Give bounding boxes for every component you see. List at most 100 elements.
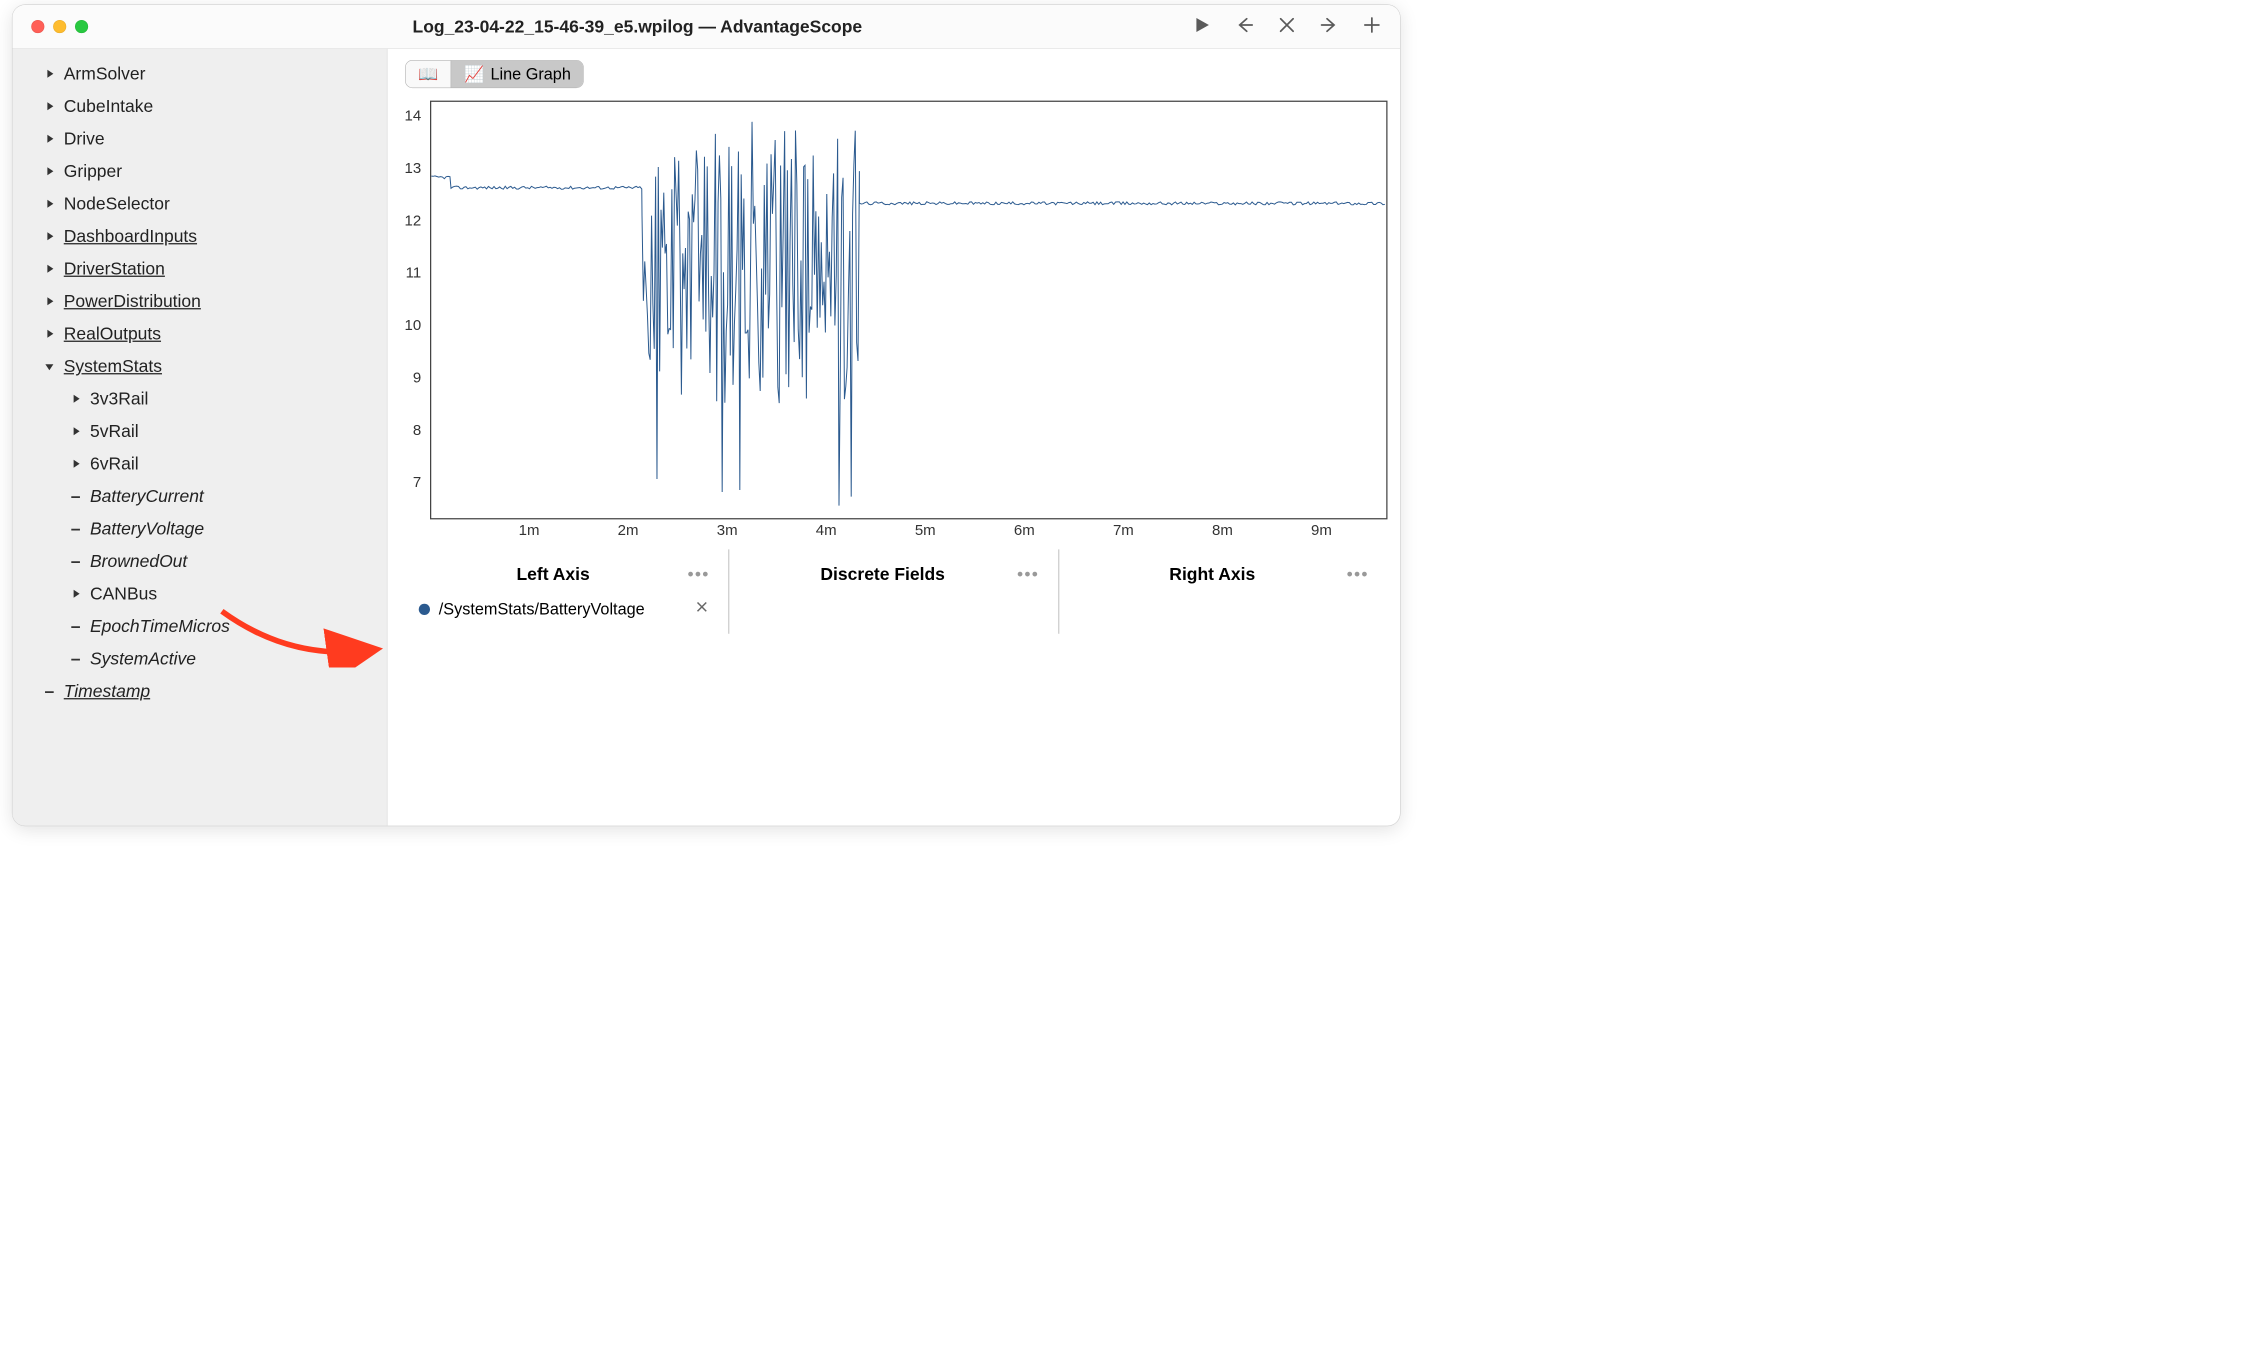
chevron-right-icon[interactable] — [44, 68, 55, 79]
chevron-right-icon[interactable] — [44, 101, 55, 112]
add-tab-icon[interactable] — [1363, 16, 1382, 38]
chevron-right-icon[interactable] — [44, 166, 55, 177]
sidebar-item-cubeintake[interactable]: CubeIntake — [13, 90, 387, 123]
maximize-window-button[interactable] — [75, 20, 88, 33]
minimize-window-button[interactable] — [53, 20, 66, 33]
left-axis-panel[interactable]: Left Axis ••• /SystemStats/BatteryVoltag… — [400, 549, 728, 633]
chevron-right-icon[interactable] — [70, 458, 81, 469]
right-axis-panel[interactable]: Right Axis ••• — [1058, 549, 1388, 633]
sidebar-item-canbus[interactable]: CANBus — [13, 578, 387, 611]
sidebar-item-6vrail[interactable]: 6vRail — [13, 448, 387, 481]
sidebar-item-label: Gripper — [64, 161, 122, 181]
chevron-right-icon[interactable] — [44, 198, 55, 209]
y-tick-label: 12 — [405, 212, 422, 230]
y-tick-label: 10 — [405, 317, 422, 335]
sidebar-item-label: DashboardInputs — [64, 226, 197, 246]
x-tick-label: 5m — [915, 522, 936, 540]
x-tick-label: 8m — [1212, 522, 1233, 540]
y-tick-label: 9 — [413, 369, 421, 387]
discrete-menu-icon[interactable]: ••• — [1017, 564, 1039, 584]
tab-home[interactable]: 📖 — [406, 61, 451, 88]
sidebar-item-5vrail[interactable]: 5vRail — [13, 415, 387, 448]
left-axis-fields: /SystemStats/BatteryVoltage — [413, 592, 716, 626]
right-axis-menu-icon[interactable]: ••• — [1347, 564, 1369, 584]
y-tick-label: 14 — [405, 108, 422, 126]
chevron-right-icon[interactable] — [70, 588, 81, 599]
sidebar-item-label: NodeSelector — [64, 194, 170, 214]
chevron-right-icon[interactable] — [44, 263, 55, 274]
chevron-down-icon[interactable] — [44, 361, 55, 372]
sidebar-item-label: CANBus — [90, 584, 157, 604]
app-window: Log_23-04-22_15-46-39_e5.wpilog — Advant… — [13, 5, 1401, 826]
sidebar-item-driverstation[interactable]: DriverStation — [13, 253, 387, 286]
leaf-icon: – — [44, 681, 55, 701]
close-tab-icon[interactable] — [1278, 16, 1297, 38]
y-tick-label: 7 — [413, 474, 421, 492]
remove-field-icon[interactable] — [695, 599, 710, 618]
field-color-dot — [419, 603, 430, 614]
field-path-label: /SystemStats/BatteryVoltage — [439, 599, 645, 618]
sidebar-item-label: 6vRail — [90, 454, 139, 474]
sidebar-item-systemactive[interactable]: –SystemActive — [13, 643, 387, 676]
sidebar-item-epochtimemicros[interactable]: –EpochTimeMicros — [13, 610, 387, 643]
play-icon[interactable] — [1193, 16, 1212, 38]
tabs: 📖 📈 Line Graph — [405, 60, 584, 88]
nav-back-icon[interactable] — [1235, 16, 1254, 38]
title-actions — [1193, 16, 1382, 38]
line-graph-icon: 📈 — [464, 64, 484, 83]
sidebar-item-armsolver[interactable]: ArmSolver — [13, 58, 387, 91]
x-tick-label: 7m — [1113, 522, 1134, 540]
sidebar-item-realoutputs[interactable]: RealOutputs — [13, 318, 387, 351]
x-tick-label: 3m — [717, 522, 738, 540]
sidebar-item-nodeselector[interactable]: NodeSelector — [13, 188, 387, 221]
tab-label: Line Graph — [490, 64, 570, 83]
chevron-right-icon[interactable] — [70, 426, 81, 437]
main-panel: 📖📈Line Graph 7891011121314 1m2m3m4m5m6m7… — [388, 49, 1401, 826]
sidebar-item-label: 3v3Rail — [90, 389, 148, 409]
sidebar-item-batteryvoltage[interactable]: –BatteryVoltage — [13, 513, 387, 546]
sidebar-item-powerdistribution[interactable]: PowerDistribution — [13, 285, 387, 318]
sidebar-item-label: SystemStats — [64, 356, 162, 376]
sidebar-item-label: 5vRail — [90, 421, 139, 441]
sidebar-item-label: ArmSolver — [64, 64, 146, 84]
sidebar-item-label: DriverStation — [64, 259, 165, 279]
sidebar-item-label: BatteryCurrent — [90, 486, 204, 506]
sidebar-item-brownedout[interactable]: –BrownedOut — [13, 545, 387, 578]
discrete-fields-panel[interactable]: Discrete Fields ••• — [728, 549, 1058, 633]
sidebar-item-label: Drive — [64, 129, 105, 149]
x-tick-label: 6m — [1014, 522, 1035, 540]
chevron-right-icon[interactable] — [44, 231, 55, 242]
left-axis-title: Left Axis — [419, 564, 688, 584]
chart-area: 7891011121314 1m2m3m4m5m6m7m8m9m — [395, 101, 1388, 520]
discrete-fields-title: Discrete Fields — [748, 564, 1017, 584]
nav-forward-icon[interactable] — [1320, 16, 1339, 38]
leaf-icon: – — [70, 551, 81, 571]
right-axis-title: Right Axis — [1078, 564, 1347, 584]
chart-frame[interactable] — [430, 101, 1388, 520]
tab-line-graph[interactable]: 📈 Line Graph — [451, 61, 584, 88]
axis-field-row[interactable]: /SystemStats/BatteryVoltage — [413, 592, 716, 626]
sidebar-item-label: Timestamp — [64, 681, 150, 701]
y-tick-label: 8 — [413, 422, 421, 440]
close-window-button[interactable] — [31, 20, 44, 33]
sidebar-item-timestamp[interactable]: –Timestamp — [13, 675, 387, 708]
sidebar-item-dashboardinputs[interactable]: DashboardInputs — [13, 220, 387, 253]
sidebar-item-batterycurrent[interactable]: –BatteryCurrent — [13, 480, 387, 513]
chevron-right-icon[interactable] — [44, 133, 55, 144]
sidebar-item-gripper[interactable]: Gripper — [13, 155, 387, 188]
sidebar-item-systemstats[interactable]: SystemStats — [13, 350, 387, 383]
y-tick-label: 11 — [406, 265, 422, 283]
titlebar: Log_23-04-22_15-46-39_e5.wpilog — Advant… — [13, 5, 1401, 49]
chevron-right-icon[interactable] — [70, 393, 81, 404]
sidebar[interactable]: ArmSolver CubeIntake Drive Gripper NodeSelec… — [13, 49, 388, 826]
left-axis-menu-icon[interactable]: ••• — [687, 564, 709, 584]
leaf-icon: – — [70, 616, 81, 636]
chevron-right-icon[interactable] — [44, 296, 55, 307]
tabs-row: 📖 📈 Line Graph — [388, 49, 1401, 95]
sidebar-item-label: RealOutputs — [64, 324, 161, 344]
sidebar-item-label: BrownedOut — [90, 551, 187, 571]
x-tick-label: 9m — [1311, 522, 1332, 540]
chevron-right-icon[interactable] — [44, 328, 55, 339]
sidebar-item-3v3rail[interactable]: 3v3Rail — [13, 383, 387, 416]
sidebar-item-drive[interactable]: Drive — [13, 123, 387, 156]
